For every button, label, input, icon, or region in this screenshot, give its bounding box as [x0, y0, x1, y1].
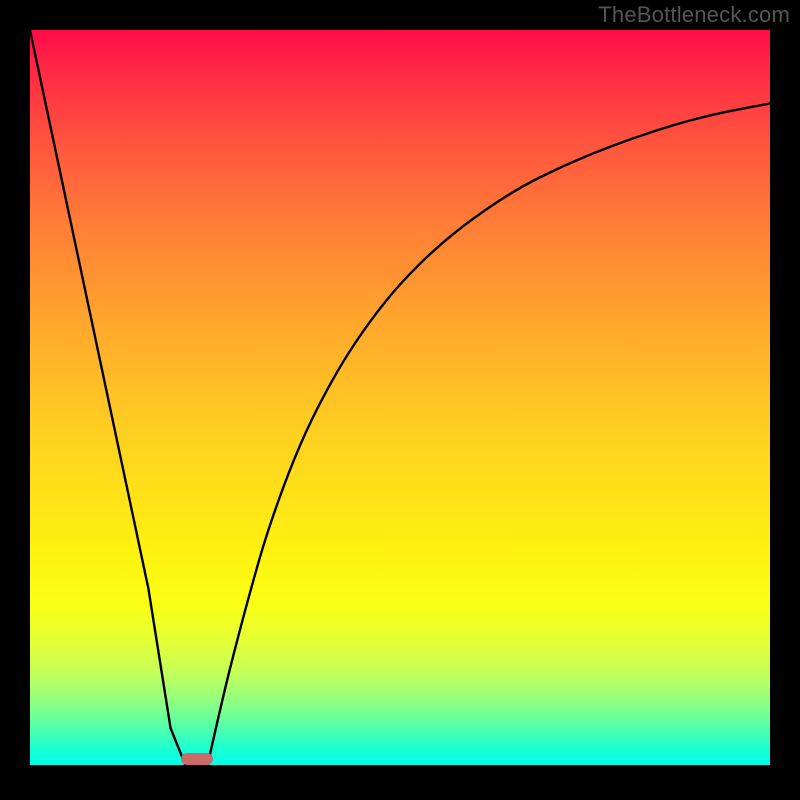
curve-path — [30, 30, 770, 765]
chart-frame: TheBottleneck.com — [0, 0, 800, 800]
watermark-text: TheBottleneck.com — [598, 2, 790, 28]
plot-area — [30, 30, 770, 765]
curve-svg — [30, 30, 770, 765]
minimum-marker — [181, 753, 213, 765]
